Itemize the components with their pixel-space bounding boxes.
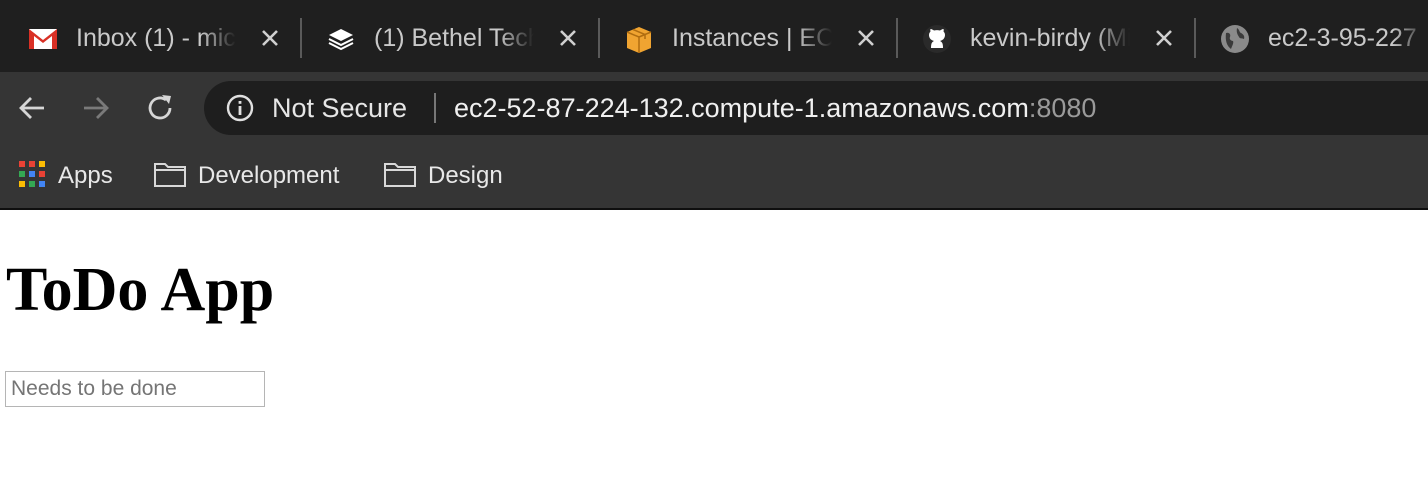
- aws-box-icon: [624, 24, 654, 54]
- close-icon[interactable]: [258, 26, 282, 50]
- info-icon[interactable]: [226, 94, 254, 122]
- folder-icon: [384, 161, 416, 192]
- bookmark-development[interactable]: Development: [154, 158, 339, 194]
- tab-title: kevin-birdy (Mi: [970, 24, 1130, 52]
- close-icon[interactable]: [1152, 26, 1176, 50]
- back-arrow-icon[interactable]: [14, 90, 50, 126]
- tab-title: Instances | EC2: [672, 24, 832, 52]
- tab-ec2-instances[interactable]: Instances | EC2: [596, 0, 898, 72]
- reload-icon[interactable]: [142, 90, 178, 126]
- globe-icon: [1220, 24, 1250, 54]
- url-host: ec2-52-87-224-132.compute-1.amazonaws.co…: [454, 93, 1029, 123]
- folder-icon: [154, 161, 186, 192]
- bookmark-design[interactable]: Design: [384, 158, 503, 194]
- page-title: ToDo App: [6, 256, 275, 324]
- address-bar[interactable]: Not Secure ec2-52-87-224-132.compute-1.a…: [204, 81, 1428, 135]
- security-status[interactable]: Not Secure: [272, 92, 407, 124]
- url-text[interactable]: ec2-52-87-224-132.compute-1.amazonaws.co…: [454, 92, 1096, 124]
- tab-strip: Inbox (1) - mich (1) Bethel Tech Instanc…: [0, 0, 1428, 72]
- browser-toolbar: Not Secure ec2-52-87-224-132.compute-1.a…: [0, 72, 1428, 144]
- github-icon: [922, 24, 952, 54]
- bookmark-apps[interactable]: Apps: [18, 158, 113, 194]
- tab-ec2-host[interactable]: ec2-3-95-227: [1192, 0, 1428, 72]
- tab-bethel-tech[interactable]: (1) Bethel Tech: [298, 0, 600, 72]
- bookmark-label: Apps: [58, 162, 113, 189]
- omnibox-divider: [434, 93, 436, 123]
- tab-title: ec2-3-95-227: [1268, 24, 1417, 52]
- layers-icon: [326, 24, 356, 54]
- bookmarks-bar: Apps Development Design: [0, 144, 1428, 210]
- close-icon[interactable]: [556, 26, 580, 50]
- bookmark-label: Development: [198, 162, 340, 189]
- todo-input[interactable]: [5, 371, 265, 407]
- tab-github[interactable]: kevin-birdy (Mi: [894, 0, 1196, 72]
- tab-inbox[interactable]: Inbox (1) - mich: [0, 0, 302, 72]
- tab-title: (1) Bethel Tech: [374, 24, 534, 52]
- gmail-icon: [28, 24, 58, 54]
- forward-arrow-icon[interactable]: [78, 90, 114, 126]
- url-port: :8080: [1028, 93, 1097, 123]
- close-icon[interactable]: [854, 26, 878, 50]
- bookmark-label: Design: [428, 162, 503, 189]
- apps-grid-icon: [18, 160, 46, 193]
- tab-title: Inbox (1) - mich: [76, 24, 236, 52]
